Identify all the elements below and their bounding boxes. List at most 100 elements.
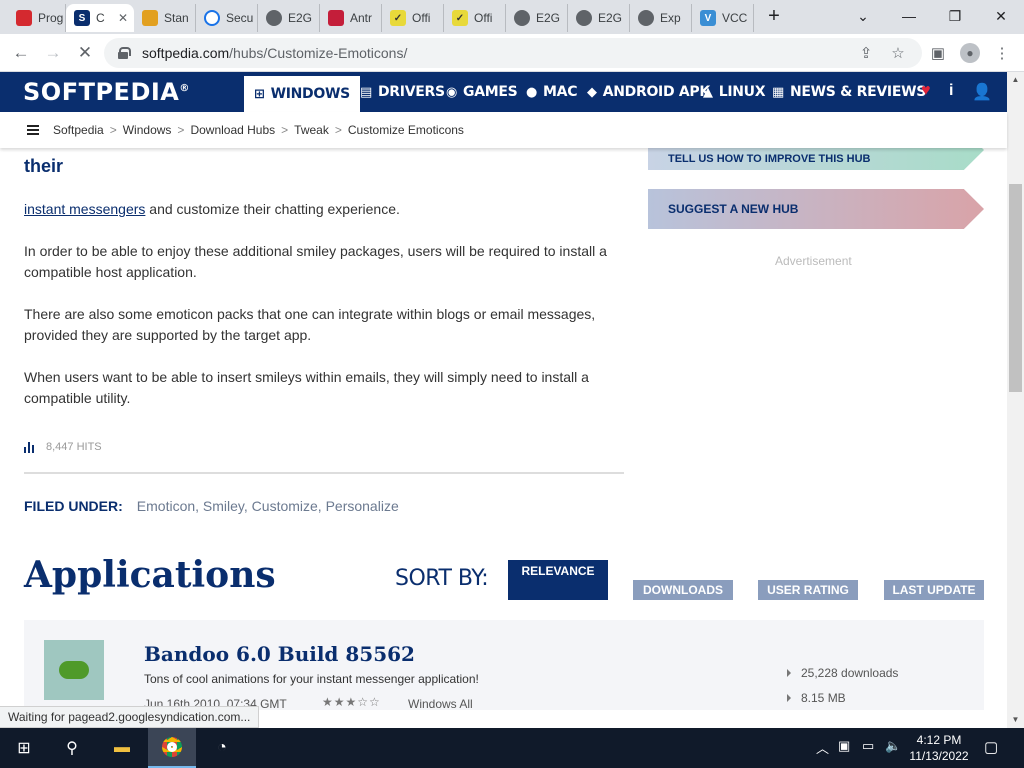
side-panel-icon[interactable]: ▣ xyxy=(928,43,948,63)
nav-windows[interactable]: ⊞ WINDOWS xyxy=(244,76,360,112)
article-paragraph: In order to be able to enjoy these addit… xyxy=(24,243,607,280)
breadcrumb-current[interactable]: Customize Emoticons xyxy=(348,123,464,137)
app-description: Tons of cool animations for your instant… xyxy=(144,672,479,686)
close-window-button[interactable]: ✕ xyxy=(978,0,1024,32)
profile-avatar-icon[interactable]: ● xyxy=(960,43,980,63)
linux-icon: ▲ xyxy=(703,84,713,100)
tab-title: Offi xyxy=(412,11,431,25)
nav-label: MAC xyxy=(543,84,578,100)
app-card[interactable]: Bandoo 6.0 Build 85562 Tons of cool anim… xyxy=(24,620,984,710)
colorful-icon xyxy=(142,10,158,26)
sort-downloads-button[interactable]: DOWNLOADS xyxy=(633,580,733,600)
tab-search-chevron-icon[interactable]: ⌄ xyxy=(840,0,886,32)
app-name-link[interactable]: Bandoo 6.0 Build 85562 xyxy=(144,642,415,666)
ribbon-label: TELL US HOW TO IMPROVE THIS HUB xyxy=(668,153,871,165)
sort-user-rating-button[interactable]: USER RATING xyxy=(758,580,858,600)
scroll-thumb[interactable] xyxy=(1009,184,1022,392)
browser-tab[interactable]: E2G xyxy=(258,4,320,32)
address-bar[interactable]: softpedia.com/hubs/Customize-Emoticons/ xyxy=(104,38,922,68)
forward-arrow-icon[interactable]: → xyxy=(40,40,66,66)
nav-news-reviews[interactable]: ▦ NEWS & REVIEWS xyxy=(772,72,926,112)
breadcrumb-link[interactable]: Windows xyxy=(123,123,172,137)
loading-status-text: Waiting for pagead2.googlesyndication.co… xyxy=(0,706,260,728)
tell-us-ribbon[interactable]: TELL US HOW TO IMPROVE THIS HUB xyxy=(648,148,984,170)
windows-taskbar: ⊞ ⚲ ▬ ◔ ︿ ▣ ▭ 🔈 4:12 PM 11/13/2022 ▢ xyxy=(0,728,1024,768)
nav-mac[interactable]: ● MAC xyxy=(526,72,578,112)
clock-date: 11/13/2022 xyxy=(909,749,969,763)
globe-icon xyxy=(514,10,530,26)
article-heading-fragment: their xyxy=(24,156,64,176)
tab-title: E2G xyxy=(288,11,313,25)
new-tab-button[interactable]: + xyxy=(754,0,794,32)
browser-tab[interactable]: Secu xyxy=(196,4,258,32)
lock-icon xyxy=(118,47,131,59)
bar-chart-icon xyxy=(24,441,34,453)
globe-icon xyxy=(638,10,654,26)
browser-tab[interactable]: Prog xyxy=(8,4,66,32)
triangle-right-icon xyxy=(787,669,791,677)
menu-kebab-icon[interactable]: ⋮ xyxy=(992,43,1012,63)
url-host: softpedia.com xyxy=(142,45,230,61)
heart-icon[interactable]: ♥ xyxy=(921,82,931,100)
filed-under-tags[interactable]: Emoticon, Smiley, Customize, Personalize xyxy=(137,498,399,514)
breadcrumb-link[interactable]: Download Hubs xyxy=(190,123,275,137)
hits-text: 8,447 HITS xyxy=(46,441,102,453)
info-icon[interactable]: i xyxy=(949,82,953,100)
system-clock[interactable]: 4:12 PM 11/13/2022 xyxy=(906,732,972,764)
browser-tab[interactable]: V VCC xyxy=(692,4,754,32)
back-arrow-icon[interactable]: ← xyxy=(8,40,34,66)
speedometer-icon[interactable]: ◔ xyxy=(198,728,246,768)
softpedia-icon: S xyxy=(74,10,90,26)
hamburger-menu-icon[interactable] xyxy=(27,125,39,135)
ribbon-label: SUGGEST A NEW HUB xyxy=(668,202,799,216)
chrome-icon[interactable] xyxy=(148,728,196,768)
divider xyxy=(24,472,624,474)
nav-label: GAMES xyxy=(463,84,518,100)
search-icon[interactable]: ⚲ xyxy=(48,728,96,768)
network-icon[interactable]: ▭ xyxy=(862,738,874,754)
scroll-up-icon[interactable]: ▲ xyxy=(1007,72,1024,86)
tab-title: C xyxy=(96,11,105,25)
security-tray-icon[interactable]: ▣ xyxy=(838,738,850,754)
scroll-down-icon[interactable]: ▼ xyxy=(1007,712,1024,726)
stop-loading-icon[interactable]: ✕ xyxy=(72,40,98,66)
breadcrumb-link[interactable]: Tweak xyxy=(294,123,329,137)
volume-icon[interactable]: 🔈 xyxy=(885,738,901,754)
browser-tab[interactable]: Exp xyxy=(630,4,692,32)
restore-button[interactable]: ❐ xyxy=(932,0,978,32)
tab-title: Secu xyxy=(226,11,254,25)
minimize-button[interactable]: — xyxy=(886,0,932,32)
sort-last-update-button[interactable]: LAST UPDATE xyxy=(884,580,984,600)
browser-tab[interactable]: ✓ Offi xyxy=(444,4,506,32)
browser-tab[interactable]: E2G xyxy=(506,4,568,32)
chevron-up-icon[interactable]: ︿ xyxy=(816,738,829,757)
share-icon[interactable]: ⇪ xyxy=(856,43,876,63)
close-tab-icon[interactable]: ✕ xyxy=(118,11,128,25)
size-text: 8.15 MB xyxy=(801,691,846,705)
browser-tab[interactable]: ✓ Offi xyxy=(382,4,444,32)
nav-games[interactable]: ◉ GAMES xyxy=(446,72,518,112)
browser-tab[interactable]: E2G xyxy=(568,4,630,32)
instant-messengers-link[interactable]: instant messengers xyxy=(24,201,145,217)
bookmark-star-icon[interactable]: ☆ xyxy=(888,43,908,63)
softpedia-logo[interactable]: SOFTPEDIA® xyxy=(23,78,190,106)
sort-relevance-button[interactable]: RELEVANCE xyxy=(508,560,608,600)
user-icon[interactable]: 👤 xyxy=(972,82,992,102)
hits-counter: 8,447 HITS xyxy=(24,441,102,453)
start-windows-icon[interactable]: ⊞ xyxy=(0,728,48,768)
browser-tab-active[interactable]: S C ✕ xyxy=(66,4,134,32)
browser-tab[interactable]: Stan xyxy=(134,4,196,32)
clock-time: 4:12 PM xyxy=(916,733,962,747)
nav-drivers[interactable]: ▤ DRIVERS xyxy=(360,72,445,112)
filed-under: FILED UNDER: Emoticon, Smiley, Customize… xyxy=(24,498,399,514)
suggest-hub-ribbon[interactable]: SUGGEST A NEW HUB xyxy=(648,189,984,229)
file-explorer-icon[interactable]: ▬ xyxy=(98,728,146,768)
browser-tab[interactable]: Antr xyxy=(320,4,382,32)
notification-icon[interactable]: ▢ xyxy=(984,738,998,756)
page-scrollbar[interactable]: ▲ ▼ xyxy=(1007,72,1024,728)
nav-android[interactable]: ◆ ANDROID APK xyxy=(587,72,710,112)
tab-title: E2G xyxy=(598,11,623,25)
nav-linux[interactable]: ▲ LINUX xyxy=(703,72,766,112)
breadcrumb-link[interactable]: Softpedia xyxy=(53,123,104,137)
tab-title: Stan xyxy=(164,11,189,25)
